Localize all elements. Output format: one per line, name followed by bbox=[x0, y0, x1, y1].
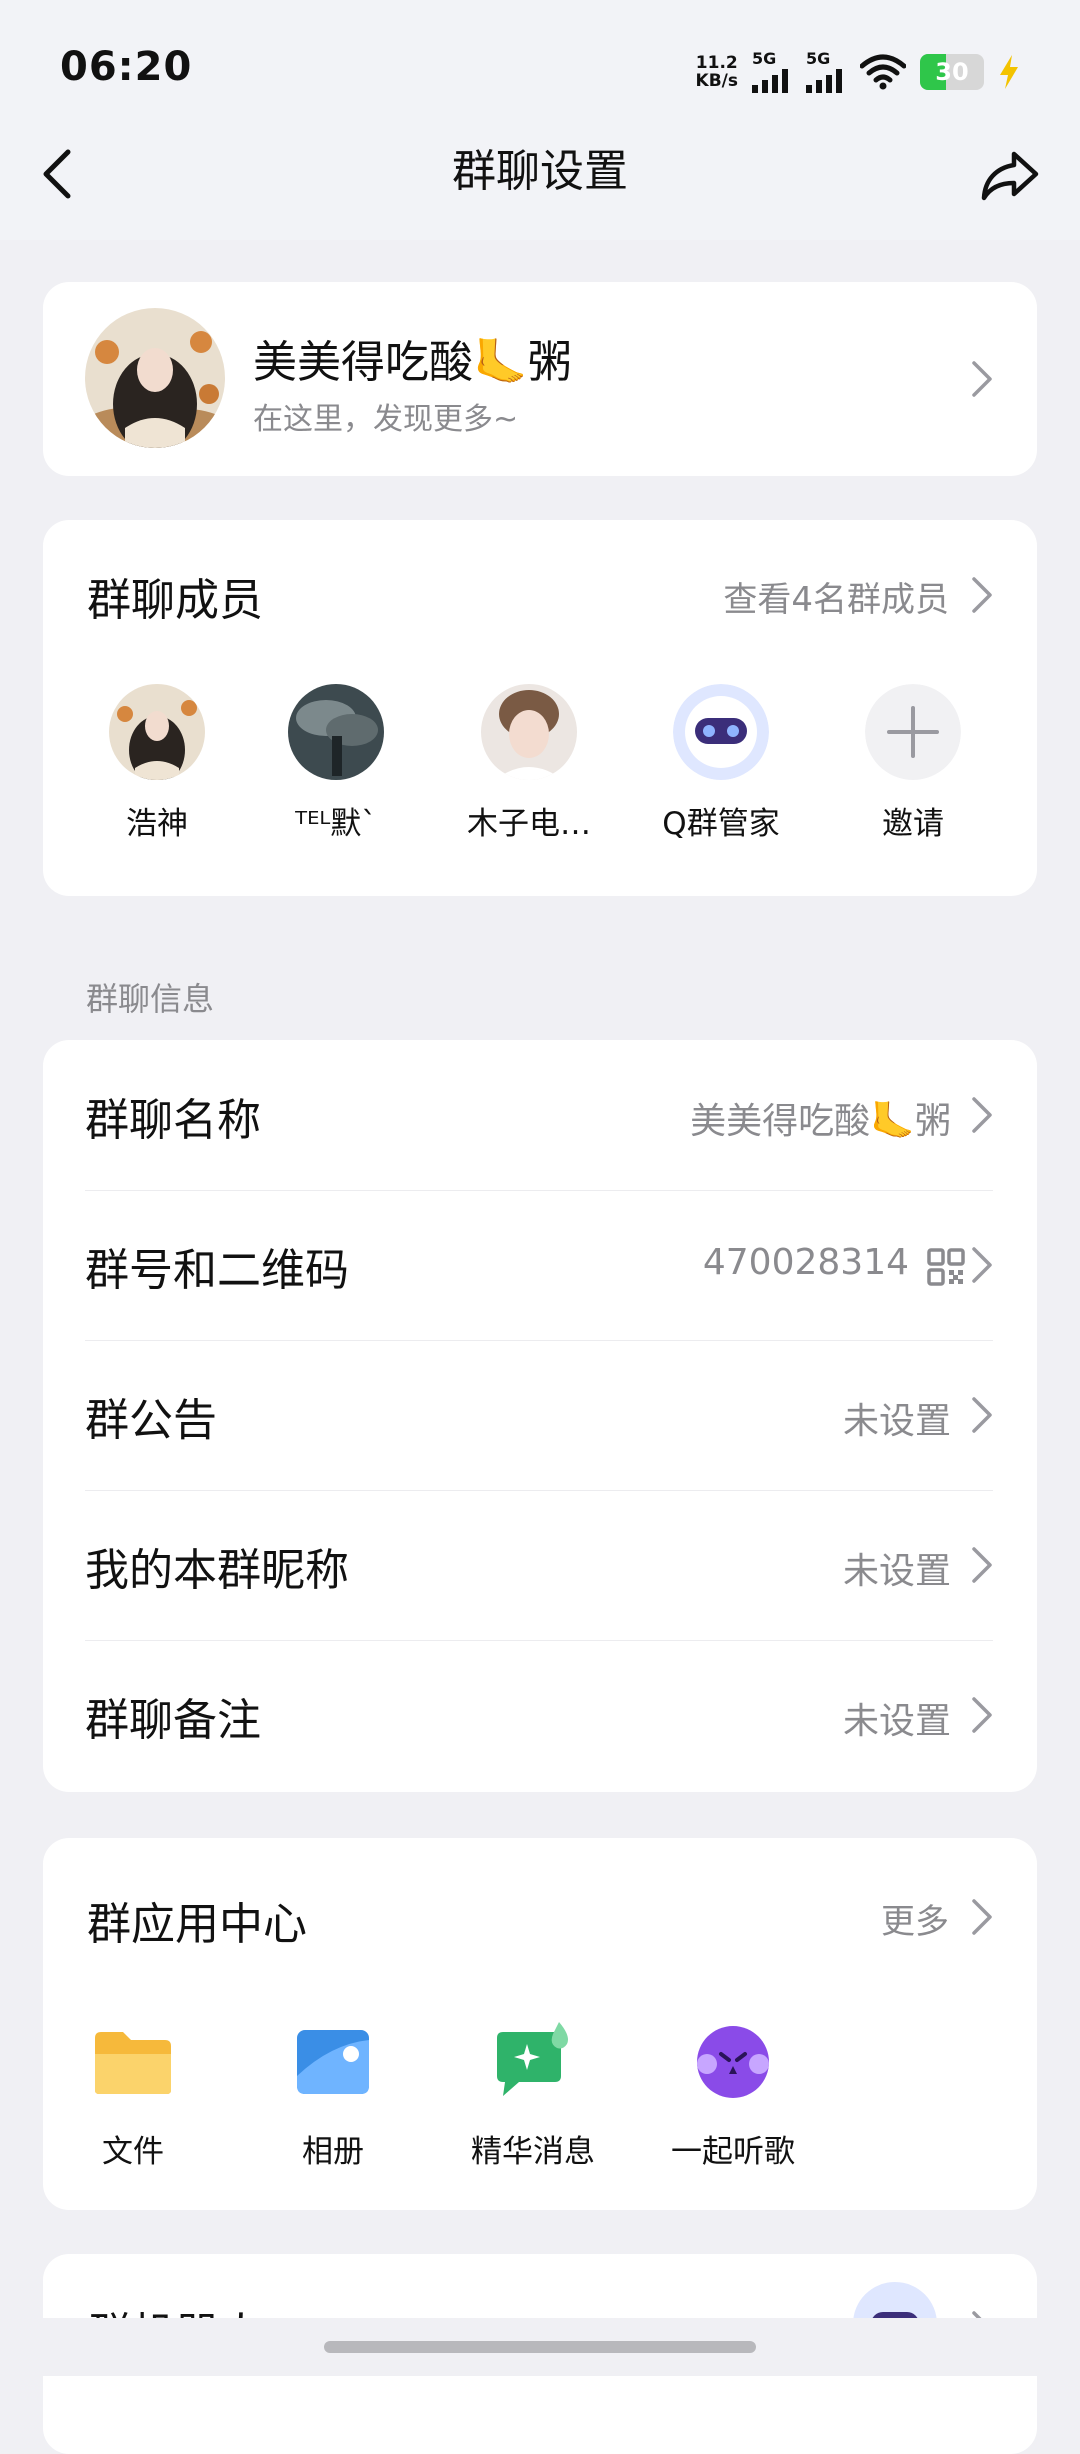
row-value: 未设置 bbox=[842, 1551, 951, 1592]
album-icon bbox=[297, 2030, 369, 2094]
invite-member-button[interactable]: 邀请 bbox=[823, 684, 1003, 843]
signal-label: 5G bbox=[806, 49, 831, 68]
group-name: 美美得吃酸🦶粥 bbox=[253, 337, 572, 388]
nav-bar: 群聊设置 bbox=[0, 140, 1080, 240]
members-title: 群聊成员 bbox=[87, 575, 263, 626]
section-label-group-info: 群聊信息 bbox=[86, 980, 215, 1018]
qrcode-icon bbox=[927, 1248, 965, 1286]
apps-title: 群应用中心 bbox=[87, 1899, 307, 1950]
app-listen-together[interactable]: 一起听歌 bbox=[643, 2020, 823, 2171]
status-icons: 11.2 KB/s 5G 5G 30 bbox=[696, 50, 1020, 94]
page-title: 群聊设置 bbox=[452, 146, 628, 197]
app-name: 精华消息 bbox=[471, 2134, 595, 2170]
chevron-right-icon bbox=[972, 1097, 992, 1133]
member-item[interactable]: Q群管家 bbox=[631, 684, 811, 843]
row-label: 群聊名称 bbox=[85, 1095, 261, 1146]
member-item[interactable]: 木子电… bbox=[439, 684, 619, 843]
member-name: 木子电… bbox=[467, 806, 591, 842]
qq-group-bot-avatar bbox=[673, 684, 769, 780]
folder-icon bbox=[95, 2032, 171, 2094]
app-album[interactable]: 相册 bbox=[243, 2020, 423, 2171]
group-subtitle: 在这里，发现更多~ bbox=[253, 402, 519, 437]
home-indicator[interactable] bbox=[324, 2341, 756, 2353]
row-group-name[interactable]: 群聊名称 美美得吃酸🦶粥 bbox=[85, 1040, 1037, 1190]
row-value: 未设置 bbox=[842, 1701, 951, 1742]
row-group-announcement[interactable]: 群公告 未设置 bbox=[85, 1340, 1037, 1490]
chevron-right-icon bbox=[972, 361, 992, 397]
chevron-right-icon bbox=[972, 1547, 992, 1583]
battery-icon: 30 bbox=[920, 54, 984, 90]
group-members-card: 群聊成员 查看4名群成员 浩神 ᵀᴱᴸ默` 木子电… Q群管家 邀请 bbox=[43, 520, 1037, 896]
member-avatar bbox=[481, 684, 577, 780]
plus-icon bbox=[865, 684, 961, 780]
row-value: 470028314 bbox=[702, 1242, 909, 1283]
app-name: 一起听歌 bbox=[671, 2134, 795, 2170]
invite-label: 邀请 bbox=[882, 806, 944, 842]
member-name: ᵀᴱᴸ默` bbox=[295, 806, 377, 842]
row-group-remark[interactable]: 群聊备注 未设置 bbox=[85, 1640, 1037, 1790]
network-speed-value: 11.2 bbox=[695, 53, 738, 73]
chevron-right-icon bbox=[972, 1247, 992, 1283]
row-label: 我的本群昵称 bbox=[85, 1545, 349, 1596]
member-avatar bbox=[109, 684, 205, 780]
app-name: 文件 bbox=[102, 2134, 164, 2170]
chevron-right-icon bbox=[972, 1697, 992, 1733]
member-avatar bbox=[288, 684, 384, 780]
network-speed: 11.2 KB/s bbox=[696, 54, 738, 90]
group-apps-card: 群应用中心 更多 文件 相册 精华消息 一起听歌 bbox=[43, 1838, 1037, 2210]
group-profile-card[interactable]: 美美得吃酸🦶粥 在这里，发现更多~ bbox=[43, 282, 1037, 476]
row-label: 群聊备注 bbox=[85, 1695, 261, 1746]
charging-icon bbox=[1000, 55, 1018, 89]
member-item[interactable]: ᵀᴱᴸ默` bbox=[246, 684, 426, 843]
member-name: Q群管家 bbox=[662, 806, 780, 842]
app-name: 相册 bbox=[302, 2134, 364, 2170]
chevron-right-icon bbox=[972, 1397, 992, 1433]
row-my-group-nickname[interactable]: 我的本群昵称 未设置 bbox=[85, 1490, 1037, 1640]
share-icon[interactable] bbox=[978, 144, 1042, 204]
group-avatar bbox=[85, 308, 225, 448]
signal-label: 5G bbox=[752, 49, 777, 68]
member-item[interactable]: 浩神 bbox=[67, 684, 247, 843]
row-label: 群号和二维码 bbox=[85, 1245, 349, 1296]
chevron-right-icon[interactable] bbox=[971, 1898, 993, 1936]
essence-message-icon bbox=[497, 2022, 568, 2096]
listen-together-icon bbox=[697, 2026, 769, 2098]
battery-level: 30 bbox=[935, 58, 969, 86]
status-time: 06:20 bbox=[60, 44, 193, 90]
app-files[interactable]: 文件 bbox=[43, 2020, 223, 2171]
status-bar: 06:20 11.2 KB/s 5G 5G 30 bbox=[0, 0, 1080, 140]
chevron-right-icon[interactable] bbox=[971, 576, 993, 614]
row-label: 群公告 bbox=[85, 1395, 217, 1446]
network-speed-unit: KB/s bbox=[695, 71, 738, 91]
row-value: 美美得吃酸🦶粥 bbox=[690, 1101, 951, 1142]
wifi-icon bbox=[860, 54, 906, 90]
row-value: 未设置 bbox=[842, 1401, 951, 1442]
row-group-number-qrcode[interactable]: 群号和二维码 470028314 bbox=[85, 1190, 1037, 1340]
view-members-link[interactable]: 查看4名群成员 bbox=[723, 572, 949, 621]
member-name: 浩神 bbox=[126, 806, 188, 842]
signal-icon: 5G bbox=[752, 51, 792, 93]
group-info-card: 群聊名称 美美得吃酸🦶粥 群号和二维码 470028314 群公告 未设置 我的… bbox=[43, 1040, 1037, 1792]
app-essence-messages[interactable]: 精华消息 bbox=[443, 2020, 623, 2171]
apps-more-link[interactable]: 更多 bbox=[881, 1894, 949, 1943]
signal-icon: 5G bbox=[806, 51, 846, 93]
